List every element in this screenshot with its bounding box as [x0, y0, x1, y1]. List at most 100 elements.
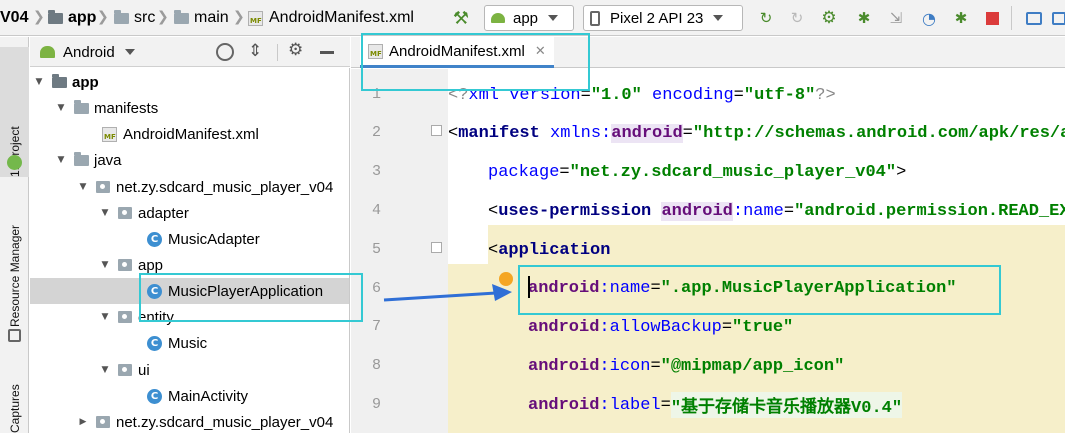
line-number: 3 — [371, 163, 381, 180]
tab-captures[interactable]: Captures — [0, 377, 29, 433]
fold-marker-icon[interactable] — [431, 242, 442, 253]
android-icon — [491, 13, 505, 23]
tree-item-main-activity[interactable]: C MainActivity — [30, 383, 349, 409]
expanded-arrow-icon: ▼ — [101, 365, 109, 375]
line-number: 4 — [371, 202, 381, 219]
editor-gutter: 1 2 3 4 5 6 7 8 9 — [351, 69, 448, 433]
scroll-from-source-icon[interactable] — [216, 43, 234, 61]
chevron-down-icon — [124, 49, 135, 55]
arrow-head — [492, 284, 512, 301]
tree-item-root-package[interactable]: ▼ net.zy.sdcard_music_player_v04 — [30, 174, 349, 200]
code-editor[interactable]: <? xml version = "1.0" encoding = "utf-8" ?> <… — [448, 69, 1065, 433]
tree-item-manifests[interactable]: ▼ manifests — [30, 95, 349, 121]
class-icon: C — [147, 231, 162, 247]
class-icon: C — [147, 388, 162, 404]
breadcrumb-separator-icon: ❯ — [97, 9, 109, 25]
build-hammer-icon[interactable]: ⚒ — [452, 8, 470, 29]
tree-item-app-module[interactable]: ▼ app — [30, 69, 349, 95]
expanded-arrow-icon: ▼ — [101, 260, 109, 270]
phone-icon — [590, 10, 600, 26]
package-icon — [96, 416, 110, 428]
android-icon — [40, 46, 55, 58]
apply-changes-restart-icon[interactable]: ↻ — [757, 9, 775, 27]
breadcrumb-separator-icon: ❯ — [33, 9, 45, 25]
device-select[interactable]: Pixel 2 API 23 — [583, 5, 743, 31]
folder-icon — [114, 9, 129, 24]
hide-panel-icon[interactable] — [320, 51, 334, 54]
profile-gauge-icon[interactable]: ◔ — [920, 9, 938, 28]
main-toolbar: V04 ❯ app ❯ src ❯ main ❯ MF AndroidManif… — [0, 0, 1065, 36]
apply-code-changes-icon[interactable]: ↻ — [788, 9, 806, 27]
code-line-4: < uses-permission android: name = "android.p… — [488, 201, 1065, 221]
stop-icon[interactable] — [983, 9, 1001, 27]
line-number: 5 — [371, 241, 381, 258]
expanded-arrow-icon: ▼ — [79, 182, 87, 192]
package-icon — [118, 259, 132, 271]
tree-item-adapter[interactable]: ▼ adapter — [30, 200, 349, 226]
sync-project-icon[interactable] — [1025, 9, 1043, 27]
gradle-icon[interactable] — [1050, 9, 1065, 27]
class-icon: C — [147, 335, 162, 351]
breadcrumb-src[interactable]: src — [114, 0, 155, 36]
collapse-all-icon[interactable]: ⇕ — [248, 41, 262, 61]
tree-item-java[interactable]: ▼ java — [30, 147, 349, 173]
breadcrumb-separator-icon: ❯ — [157, 9, 169, 25]
fold-marker-icon[interactable] — [431, 125, 442, 136]
project-view-select[interactable]: Android — [40, 37, 135, 67]
run-coverage-icon[interactable]: ⚙ — [820, 8, 838, 28]
code-line-2: < manifest xmlns: android = "http://schemas.… — [448, 123, 1065, 143]
tree-item-android-manifest[interactable]: MF AndroidManifest.xml — [30, 121, 349, 147]
resource-manager-icon — [8, 329, 21, 342]
chevron-down-icon — [548, 15, 559, 21]
breadcrumb: V04 — [0, 0, 28, 36]
code-line-8: android: icon = "@mipmap/app_icon" — [528, 356, 845, 376]
manifest-file-icon: MF — [248, 10, 263, 26]
android-robot-icon — [7, 155, 22, 170]
folder-icon — [74, 151, 89, 166]
annotation-box-tab — [361, 33, 590, 91]
tree-item-music[interactable]: C Music — [30, 330, 349, 356]
annotation-box-tree-item — [139, 273, 363, 322]
package-icon — [118, 364, 132, 376]
expanded-arrow-icon: ▼ — [101, 312, 109, 322]
package-icon — [96, 181, 110, 193]
module-folder-icon — [48, 9, 63, 24]
toolbar-divider — [1011, 6, 1012, 30]
folder-icon — [174, 9, 189, 24]
tab-resource-manager[interactable]: Resource Manager — [0, 197, 29, 327]
expanded-arrow-icon: ▼ — [101, 208, 109, 218]
tree-item-ui[interactable]: ▼ ui — [30, 357, 349, 383]
attach-process-bug-icon[interactable]: ✱ — [952, 9, 970, 27]
gear-icon[interactable]: ⚙ — [288, 40, 303, 60]
header-divider — [277, 44, 278, 61]
breadcrumb-main[interactable]: main — [174, 0, 229, 36]
project-tree: ▼ app ▼ manifests MF AndroidManifest.xml… — [30, 68, 350, 433]
expanded-arrow-icon: ▼ — [35, 77, 43, 87]
code-line-5: < application — [488, 240, 611, 260]
chevron-down-icon — [713, 15, 724, 21]
collapsed-arrow-icon: ▶ — [79, 417, 87, 427]
debug-bug-icon[interactable]: ✱ — [855, 9, 873, 27]
code-line-3: package = "net.zy.sdcard_music_player_v04"… — [488, 162, 907, 182]
project-panel-header: Android ⇕ ⚙ — [30, 37, 350, 67]
line-number: 8 — [371, 357, 381, 374]
expanded-arrow-icon: ▼ — [57, 155, 65, 165]
package-icon — [118, 311, 132, 323]
line-number: 2 — [371, 124, 381, 141]
attach-debugger-icon[interactable]: ⇲ — [887, 9, 905, 27]
line-number: 9 — [371, 396, 381, 413]
breadcrumb-manifest[interactable]: MF AndroidManifest.xml — [248, 0, 414, 36]
folder-icon — [74, 99, 89, 114]
code-line-9: android: label = "基于存储卡音乐播放器V0.4" — [448, 386, 903, 424]
annotation-arrow — [383, 284, 512, 302]
manifest-file-icon: MF — [102, 126, 117, 142]
annotation-box-code-line — [518, 265, 1001, 315]
expanded-arrow-icon: ▼ — [57, 103, 65, 113]
run-config-select[interactable]: app — [484, 5, 574, 31]
breadcrumb-separator-icon: ❯ — [233, 9, 245, 25]
tree-item-music-adapter[interactable]: C MusicAdapter — [30, 226, 349, 252]
tree-item-test-package[interactable]: ▶ net.zy.sdcard_music_player_v04 — [30, 409, 349, 433]
arrow-shaft — [383, 291, 497, 302]
breadcrumb-project[interactable]: V04 — [0, 9, 28, 27]
breadcrumb-app[interactable]: app — [48, 0, 96, 36]
